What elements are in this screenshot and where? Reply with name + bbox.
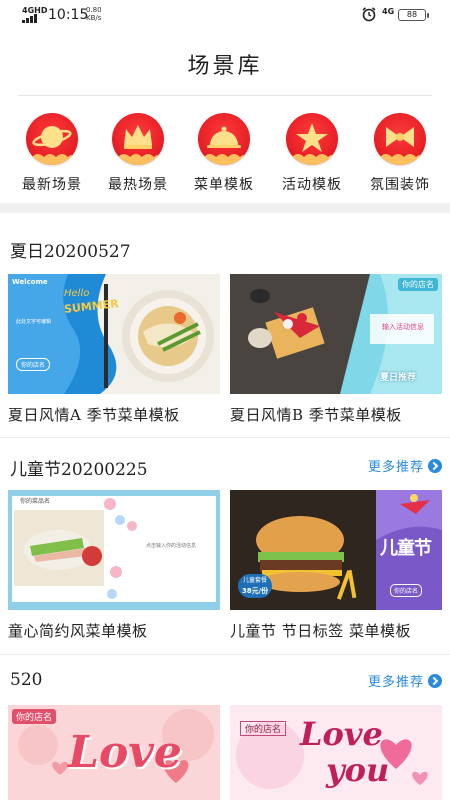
template-caption: 夏日风情A 季节菜单模板: [8, 406, 180, 424]
more-recommend-link[interactable]: 更多推荐: [368, 456, 442, 475]
thumb-text: 你的菜品名: [20, 498, 51, 505]
section-title-summer: 夏日20200527: [10, 242, 131, 262]
category-label: 最热场景: [108, 177, 168, 193]
thumb-text: 你的店名: [16, 358, 51, 371]
section-title-520: 520: [10, 670, 43, 690]
thumb-text: Welcome: [12, 278, 48, 286]
template-card-summer-b[interactable]: 你的店名 输入活动信息 夏日推荐 夏日风情B 季节菜单模板: [230, 274, 442, 425]
category-decorations[interactable]: 氛围装饰: [356, 113, 444, 194]
clock: 10:15: [48, 7, 89, 23]
bow-icon: [376, 127, 424, 165]
template-caption: 儿童节 节日标签 菜单模板: [230, 622, 412, 640]
more-recommend-link[interactable]: 更多推荐: [368, 671, 442, 690]
template-thumbnail: Welcome Hello SUMMER 此处文字可编辑 你的店名: [8, 274, 220, 394]
thumb-text: 儿童节: [380, 538, 432, 559]
thumb-text: 你的店名: [390, 584, 423, 597]
template-thumbnail: 你的菜品名 点击输入你的活动信息: [8, 490, 220, 610]
category-row: 最新场景 最热场景 菜单模板 活动模板 氛围装饰: [0, 113, 450, 198]
category-menu-templates[interactable]: 菜单模板: [180, 113, 268, 194]
template-card-kids-simple[interactable]: 你的菜品名 点击输入你的活动信息 童心简约风菜单模板: [8, 490, 220, 641]
thumb-text: 输入活动信息: [382, 323, 424, 331]
thumb-text: Love: [300, 715, 383, 753]
planet-icon: [28, 126, 76, 165]
alarm-icon: [362, 7, 376, 22]
signal-icon: [22, 13, 42, 23]
network-type-right: 4G: [382, 7, 395, 16]
chevron-right-icon: [428, 674, 442, 688]
category-hot[interactable]: 最热场景: [94, 113, 182, 194]
thumb-text: 你的店名: [240, 721, 287, 736]
template-thumbnail: 你的店名 Love: [8, 705, 220, 800]
price-badge: 儿童套餐 38元/份: [238, 574, 272, 598]
template-caption: 童心简约风菜单模板: [8, 622, 148, 640]
status-bar: 4GHD 10:15 0.80 KB/s 4G 88: [0, 0, 450, 32]
network-speed: 0.80 KB/s: [86, 6, 102, 22]
thumb-text: Love: [68, 727, 182, 778]
template-thumbnail: 儿童套餐 38元/份 儿童节 你的店名: [230, 490, 442, 610]
category-label: 菜单模板: [194, 177, 254, 193]
thumb-text: 你的店名: [12, 709, 57, 724]
battery-icon: 88: [398, 9, 429, 21]
category-event-templates[interactable]: 活动模板: [268, 113, 356, 194]
cloche-icon: [200, 126, 248, 165]
template-caption: 夏日风情B 季节菜单模板: [230, 406, 402, 424]
template-card-520-b[interactable]: 你的店名 Love you: [230, 705, 442, 800]
template-card-summer-a[interactable]: Welcome Hello SUMMER 此处文字可编辑 你的店名 夏日风情A …: [8, 274, 220, 425]
thumb-text: 夏日推荐: [380, 373, 417, 383]
page-title: 场景库: [187, 54, 263, 79]
category-label: 活动模板: [282, 177, 342, 193]
row-divider: [0, 437, 450, 438]
template-thumbnail: 你的店名 输入活动信息 夏日推荐: [230, 274, 442, 394]
category-latest[interactable]: 最新场景: [8, 113, 96, 194]
thumb-text: 此处文字可编辑: [16, 319, 52, 325]
header-divider: [18, 95, 432, 96]
category-label: 最新场景: [22, 177, 82, 193]
template-thumbnail: 你的店名 Love you: [230, 705, 442, 800]
thumb-text: 点击输入你的活动信息: [146, 543, 197, 549]
star-icon: [288, 123, 336, 165]
chevron-right-icon: [428, 459, 442, 473]
thumb-text: Hello: [64, 288, 90, 299]
section-title-childrens-day: 儿童节20200225: [10, 460, 148, 480]
thumb-text: 你的店名: [398, 278, 438, 291]
template-card-kids-label[interactable]: 儿童套餐 38元/份 儿童节 你的店名 儿童节 节日标签 菜单模板: [230, 490, 442, 641]
category-label: 氛围装饰: [370, 177, 430, 193]
crown-icon: [114, 125, 162, 165]
row-divider: [0, 654, 450, 655]
template-card-520-a[interactable]: 你的店名 Love: [8, 705, 220, 800]
section-divider: [0, 203, 450, 213]
thumb-text: you: [326, 751, 390, 789]
